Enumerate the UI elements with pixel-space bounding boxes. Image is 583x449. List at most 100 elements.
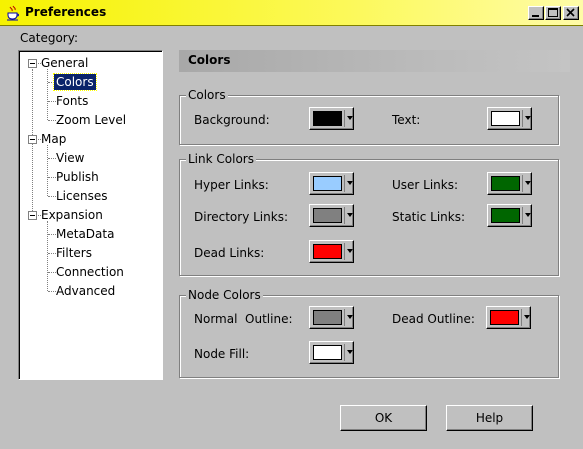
maximize-button[interactable] (545, 6, 561, 20)
tree-branch-line (48, 196, 56, 197)
color-swatch (491, 176, 520, 191)
color-swatch (313, 244, 342, 259)
tree-guide-line (32, 69, 33, 219)
title-bar[interactable]: Preferences (0, 0, 583, 26)
text-color-picker[interactable] (487, 107, 532, 130)
dropdown-separator (344, 110, 345, 127)
tree-branch-line (48, 120, 56, 121)
color-swatch (313, 176, 342, 191)
tree-branch-line (48, 291, 56, 292)
hyper-links-label: Hyper Links: (194, 178, 269, 192)
dropdown-separator (344, 175, 345, 192)
dropdown-separator (344, 309, 345, 326)
dropdown-separator (344, 207, 345, 224)
tree-node-general[interactable]: General (41, 55, 88, 71)
dropdown-arrow-icon (525, 181, 531, 185)
tree-node-filters[interactable]: Filters (56, 245, 92, 261)
category-tree[interactable]: General Colors Fonts Zoom Level Map View… (18, 50, 163, 380)
close-button[interactable] (563, 6, 579, 20)
dropdown-separator (521, 309, 522, 326)
tree-node-expansion[interactable]: Expansion (41, 207, 103, 223)
tree-branch-line (48, 272, 56, 273)
dropdown-separator (522, 207, 523, 224)
dead-links-label: Dead Links: (194, 246, 265, 260)
tree-collapse-toggle[interactable] (28, 211, 37, 220)
java-app-icon (7, 5, 19, 21)
dropdown-arrow-icon (525, 116, 531, 120)
user-links-color-picker[interactable] (487, 172, 532, 195)
dropdown-separator (522, 110, 523, 127)
dead-outline-label: Dead Outline: (392, 312, 475, 326)
tree-guide-line (47, 145, 48, 196)
minimize-button[interactable] (528, 6, 544, 20)
tree-node-colors[interactable]: Colors (53, 73, 97, 91)
category-label: Category: (20, 31, 78, 45)
dropdown-separator (344, 243, 345, 260)
node-colors-group: Node Colors Normal Outline: Dead Outline… (179, 288, 559, 378)
tree-node-advanced[interactable]: Advanced (56, 283, 115, 299)
static-links-label: Static Links: (392, 210, 465, 224)
dropdown-arrow-icon (347, 350, 353, 354)
tree-node-licenses[interactable]: Licenses (56, 188, 108, 204)
static-links-color-picker[interactable] (487, 204, 532, 227)
help-button[interactable]: Help (446, 405, 533, 431)
group-title: Link Colors (186, 152, 256, 166)
dropdown-separator (522, 175, 523, 192)
dead-links-color-picker[interactable] (309, 240, 354, 263)
tree-branch-line (48, 234, 56, 235)
user-links-label: User Links: (392, 178, 459, 192)
tree-guide-line (47, 69, 48, 120)
color-swatch (490, 310, 519, 325)
colors-group: Colors Background: Text: (179, 88, 559, 145)
dropdown-arrow-icon (524, 315, 530, 319)
maximize-icon (548, 8, 558, 17)
ok-button[interactable]: OK (340, 405, 427, 431)
normal-outline-color-picker[interactable] (309, 306, 354, 329)
color-swatch (491, 208, 520, 223)
dropdown-arrow-icon (347, 315, 353, 319)
tree-collapse-toggle[interactable] (28, 135, 37, 144)
color-swatch (313, 111, 342, 126)
color-swatch (313, 310, 342, 325)
color-swatch (313, 208, 342, 223)
close-icon (566, 8, 575, 17)
normal-outline-label: Normal Outline: (194, 312, 293, 326)
tree-node-metadata[interactable]: MetaData (56, 226, 114, 242)
tree-branch-line (48, 101, 56, 102)
tree-node-fonts[interactable]: Fonts (56, 93, 88, 109)
tree-node-zoom-level[interactable]: Zoom Level (56, 112, 126, 128)
panel-header: Colors (179, 50, 570, 72)
node-fill-label: Node Fill: (194, 347, 250, 361)
dropdown-separator (344, 344, 345, 361)
hyper-links-color-picker[interactable] (309, 172, 354, 195)
text-label: Text: (392, 113, 421, 127)
minimize-icon (532, 15, 539, 17)
color-swatch (313, 345, 342, 360)
tree-branch-line (48, 253, 56, 254)
background-label: Background: (194, 113, 270, 127)
tree-node-map[interactable]: Map (41, 131, 66, 147)
tree-guide-line (47, 221, 48, 291)
link-colors-group: Link Colors Hyper Links: User Links: Dir… (179, 152, 559, 276)
dropdown-arrow-icon (347, 213, 353, 217)
node-fill-color-picker[interactable] (309, 341, 354, 364)
directory-links-label: Directory Links: (194, 210, 288, 224)
dropdown-arrow-icon (347, 116, 353, 120)
tree-node-publish[interactable]: Publish (56, 169, 99, 185)
tree-node-connection[interactable]: Connection (56, 264, 124, 280)
background-color-picker[interactable] (309, 107, 354, 130)
tree-branch-line (48, 177, 56, 178)
dropdown-arrow-icon (525, 213, 531, 217)
group-title: Node Colors (186, 288, 263, 302)
window-title: Preferences (25, 5, 107, 19)
tree-node-view[interactable]: View (56, 150, 84, 166)
dropdown-arrow-icon (347, 249, 353, 253)
dropdown-arrow-icon (347, 181, 353, 185)
tree-branch-line (48, 158, 56, 159)
directory-links-color-picker[interactable] (309, 204, 354, 227)
color-swatch (491, 111, 520, 126)
dead-outline-color-picker[interactable] (486, 306, 531, 329)
group-title: Colors (186, 88, 228, 102)
panel-title: Colors (188, 53, 231, 67)
tree-collapse-toggle[interactable] (28, 59, 37, 68)
